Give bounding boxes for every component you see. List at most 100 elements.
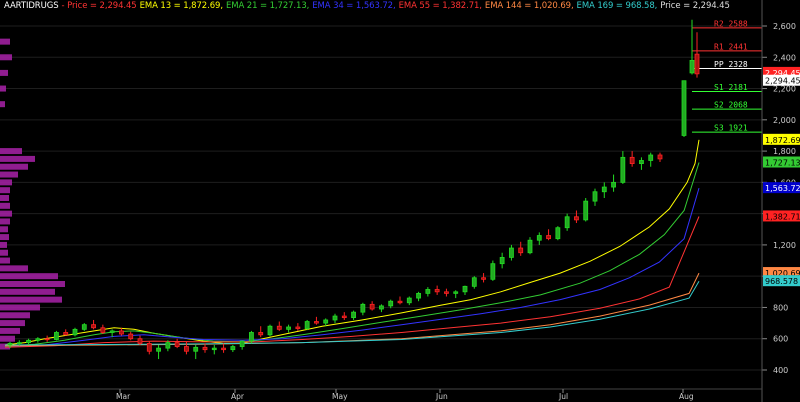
volume-profile-bar (0, 148, 22, 155)
y-tick-label: 400 (773, 366, 788, 375)
volume-profile-bar (0, 226, 8, 233)
price-badge-label: 1,563.72 (765, 184, 800, 193)
candle-body (193, 346, 199, 352)
candle-body (341, 315, 347, 319)
volume-profile-bar (0, 155, 35, 162)
candle-body (481, 277, 486, 280)
legend-item-price: - Price = 2,294.45 (61, 1, 137, 11)
candle-body (258, 332, 264, 336)
candle-body (7, 343, 13, 346)
x-tick-label: Apr (231, 392, 245, 401)
chart-legend: AARTIDRUGS - Price = 2,294.45 EMA 13 = 1,8… (4, 1, 733, 11)
candle-body (681, 80, 687, 136)
candle-body (239, 340, 245, 347)
volume-profile-bar (0, 187, 10, 194)
candle-body (156, 347, 161, 352)
candle-body (689, 60, 695, 74)
volume-profile-bar (0, 195, 9, 201)
legend-item-price-last: Price = 2,294.45 (660, 1, 730, 11)
x-tick-label: Mar (116, 392, 131, 401)
candle-body (611, 181, 616, 188)
y-tick-label: 2,600 (773, 22, 796, 31)
y-tick-label: 2,200 (773, 85, 796, 94)
candle-body (146, 343, 152, 352)
candle-body (499, 257, 505, 265)
candle-body (174, 342, 180, 347)
candle-body (44, 338, 50, 341)
volume-profile-bar (0, 335, 15, 342)
candle-body (100, 327, 106, 333)
candle-body (444, 291, 449, 294)
volume-profile-bar (0, 249, 8, 256)
candle-body (518, 247, 524, 254)
pivot-label-r1: R1 2441 (714, 42, 748, 51)
candle-body (16, 342, 22, 345)
pivot-label-s1: S1 2181 (714, 83, 748, 92)
pivot-label-r2: R2 2588 (714, 19, 748, 28)
candle-body (202, 346, 208, 351)
candle-body (54, 332, 59, 340)
price-badge-label: 1,727.13 (765, 159, 800, 168)
volume-profile-bar (0, 296, 62, 303)
candle-body (434, 289, 440, 293)
volume-profile-bar (0, 69, 8, 76)
volume-profile-bar (0, 312, 30, 319)
candle-body (184, 346, 189, 352)
candle-body (286, 326, 291, 330)
volume-profile-bar (0, 304, 40, 311)
legend-item-ema144: EMA 144 = 1,020.69, (484, 1, 574, 11)
volume-profile-bar (0, 281, 65, 287)
price-badge-label: 2,294.45 (765, 77, 800, 86)
candle-body (323, 319, 329, 324)
volume-profile-bar (0, 273, 58, 280)
candle-body (425, 289, 431, 294)
candle-body (639, 160, 644, 165)
volume-profile-bar (0, 234, 9, 241)
y-tick-label: 2,400 (773, 53, 796, 62)
candle-body (81, 324, 87, 330)
candle-body (267, 325, 273, 336)
volume-profile-bar (0, 163, 28, 170)
candle-body (295, 326, 301, 329)
volume-profile-bar (0, 257, 10, 264)
candle-body (276, 325, 282, 330)
volume-profile-bar (0, 202, 10, 209)
candle-body (564, 216, 570, 229)
price-chart[interactable]: R3 2793R2 2588R1 2441PP 2328S1 2181S2 20… (0, 0, 800, 402)
candle-body (694, 53, 700, 75)
legend-symbol: AARTIDRUGS (4, 1, 59, 11)
candle-body (119, 330, 124, 335)
candle-body (63, 332, 69, 336)
legend-item-ema55: EMA 55 = 1,382.71, (398, 1, 482, 11)
candle-body (360, 303, 366, 313)
candle-body (230, 346, 236, 351)
volume-profile-bar (0, 210, 12, 217)
x-tick-label: Jul (558, 392, 568, 401)
candle-body (583, 200, 589, 221)
y-tick-label: 2,000 (773, 116, 796, 125)
volume-profile-bar (0, 241, 7, 248)
volume-profile-bar (0, 320, 25, 327)
x-tick-label: Aug (679, 392, 694, 401)
candle-body (574, 216, 579, 221)
candle-body (379, 305, 384, 310)
candle-body (397, 300, 403, 304)
candle-body (249, 332, 254, 342)
volume-profile-bar (0, 38, 10, 45)
candle-body (509, 247, 514, 258)
candle-body (221, 347, 226, 351)
candle-body (388, 300, 394, 307)
candle-body (490, 263, 496, 280)
legend-item-ema21: EMA 21 = 1,727.13, (225, 1, 310, 11)
candle-body (35, 338, 41, 341)
candle-body (546, 235, 551, 240)
price-badge-label: 968.578 (765, 277, 798, 286)
pivot-label-s2: S2 2068 (714, 101, 748, 110)
candle-body (165, 342, 171, 349)
y-tick-label: 600 (773, 335, 788, 344)
candle-body (620, 156, 626, 183)
candle-body (471, 277, 477, 287)
legend-item-ema13: EMA 13 = 1,872.69, (139, 1, 223, 11)
y-tick-label: 1,800 (773, 147, 796, 156)
volume-profile-bar (0, 218, 10, 225)
